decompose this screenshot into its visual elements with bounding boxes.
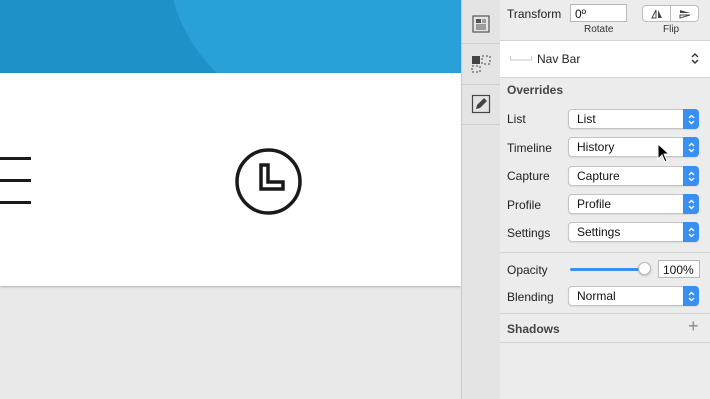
inspector-panel: Transform 0º Rotate Flip Nav Bar Overrid… [500,0,710,399]
symbol-selector[interactable]: Nav Bar [500,40,710,78]
chevron-updown-icon [683,109,699,129]
override-label-timeline: Timeline [507,141,552,155]
chevron-updown-icon [691,53,699,64]
blending-select[interactable]: Normal [568,286,699,306]
nav-bar-symbol[interactable] [0,73,461,286]
override-select-settings[interactable]: Settings [568,222,699,242]
flip-label: Flip [663,24,680,35]
opacity-field[interactable]: 100% [658,260,700,278]
flip-vertical-icon [679,9,690,19]
edit-tab[interactable] [462,84,500,125]
inspector-tab-strip [461,0,501,399]
symbol-icon [510,56,532,61]
override-label-capture: Capture [507,169,550,183]
clock-icon[interactable] [235,148,302,215]
blending-label: Blending [507,290,554,304]
inspector-icon [472,15,490,33]
hero-curve [170,0,461,73]
chevron-updown-icon [683,286,699,306]
blending-value: Normal [577,289,616,303]
opacity-label: Opacity [507,263,548,277]
rotate-field[interactable]: 0º [570,4,627,22]
chevron-updown-icon [683,194,699,214]
layout-tab[interactable] [462,44,500,85]
hamburger-menu-icon[interactable] [0,157,31,204]
override-select-list[interactable]: List [568,109,699,129]
add-shadow-button[interactable]: + [688,316,699,337]
divider [500,342,710,343]
opacity-slider-track[interactable] [570,268,645,271]
overrides-title: Overrides [507,83,564,97]
flip-horizontal-icon [650,9,662,18]
divider [500,313,710,314]
symbol-name: Nav Bar [537,52,581,66]
override-value-profile: Profile [577,197,612,211]
override-value-timeline: History [577,140,615,154]
override-label-list: List [507,112,526,126]
flip-buttons [642,5,699,22]
cursor-icon [657,143,671,163]
chevron-updown-icon [683,137,699,157]
override-value-list: List [577,112,596,126]
design-canvas[interactable] [0,0,461,399]
flip-horizontal-button[interactable] [643,6,670,21]
divider [500,252,710,253]
override-select-timeline[interactable]: History [568,137,699,157]
chevron-updown-icon [683,166,699,186]
override-label-settings: Settings [507,226,551,240]
override-label-profile: Profile [507,198,542,212]
chevron-updown-icon [683,222,699,242]
override-select-profile[interactable]: Profile [568,194,699,214]
rotate-label: Rotate [584,24,614,35]
opacity-slider-knob[interactable] [638,262,651,275]
inspector-tab[interactable] [462,5,500,44]
shadows-title: Shadows [507,322,560,336]
layout-icon [471,55,491,73]
override-select-capture[interactable]: Capture [568,166,699,186]
flip-vertical-button[interactable] [670,6,698,21]
transform-label: Transform [507,7,562,21]
edit-icon [471,94,491,114]
override-value-settings: Settings [577,225,621,239]
override-value-capture: Capture [577,169,620,183]
hero-header [0,0,461,73]
